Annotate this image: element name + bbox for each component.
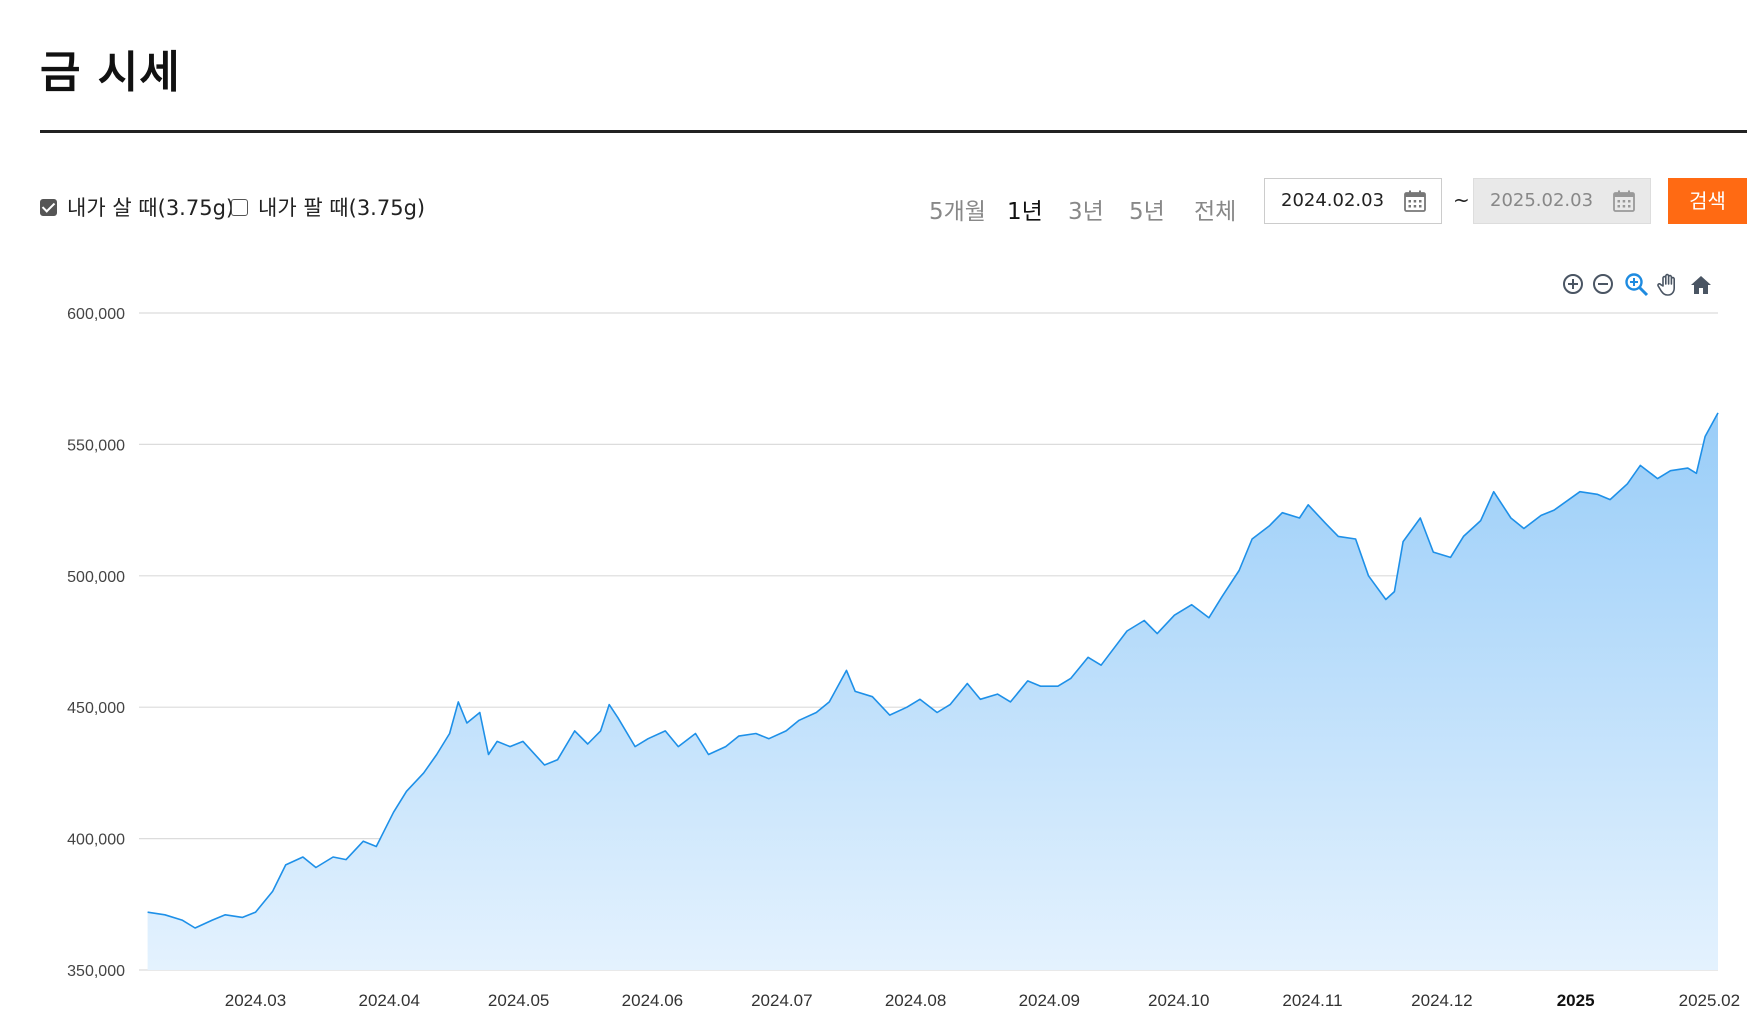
price-area-fill bbox=[147, 412, 1719, 970]
x-tick-label: 2024.08 bbox=[885, 991, 946, 1010]
x-tick-label: 2024.03 bbox=[225, 991, 286, 1010]
gold-price-chart: 600,000 550,000 500,000 450,000 400,000 350,0… bbox=[67, 306, 1740, 1010]
y-tick-label: 550,000 bbox=[67, 437, 125, 454]
x-tick-label: 2025 bbox=[1557, 991, 1595, 1010]
x-tick-label: 2025.02 bbox=[1679, 991, 1740, 1010]
x-tick-label: 2024.09 bbox=[1019, 991, 1080, 1010]
x-tick-label: 2024.05 bbox=[488, 991, 549, 1010]
x-tick-label: 2024.07 bbox=[751, 991, 812, 1010]
y-tick-label: 500,000 bbox=[67, 569, 125, 586]
x-tick-label: 2024.10 bbox=[1148, 991, 1209, 1010]
x-tick-label: 2024.11 bbox=[1282, 991, 1342, 1010]
y-tick-label: 350,000 bbox=[67, 963, 125, 980]
y-tick-label: 450,000 bbox=[67, 700, 125, 717]
y-tick-label: 400,000 bbox=[67, 832, 125, 849]
x-tick-label: 2024.06 bbox=[622, 991, 683, 1010]
x-tick-label: 2024.12 bbox=[1411, 991, 1472, 1010]
y-tick-label: 600,000 bbox=[67, 306, 125, 323]
x-tick-label: 2024.04 bbox=[358, 991, 419, 1010]
